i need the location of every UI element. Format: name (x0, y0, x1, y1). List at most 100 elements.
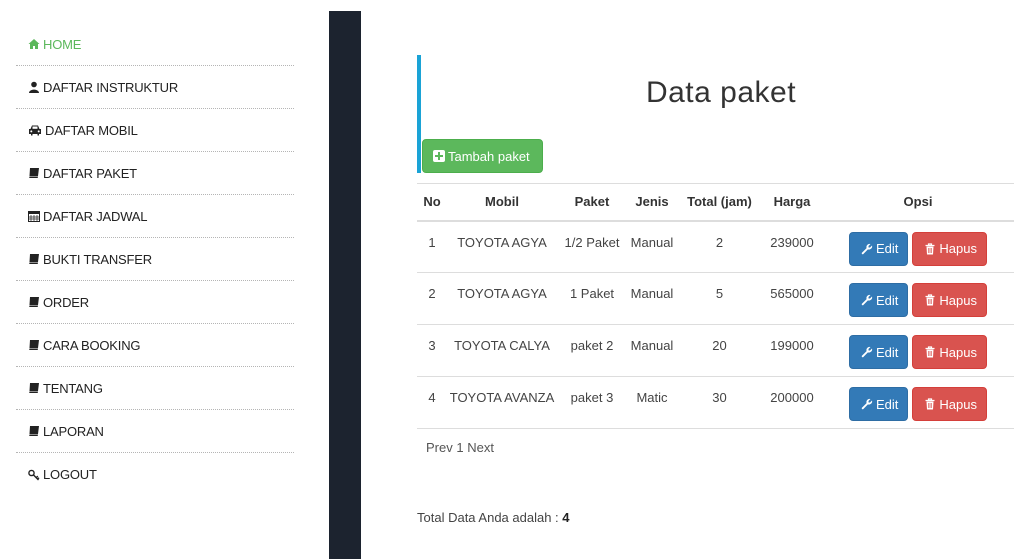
cell-no: 4 (417, 376, 447, 429)
pagination: Prev 1 Next (426, 440, 494, 455)
main-content: Data paket Tambah paket No Mobil Paket J… (361, 0, 1014, 559)
sidebar-item-label: LAPORAN (43, 423, 104, 439)
sidebar-item-label: DAFTAR PAKET (43, 165, 137, 181)
cell-opsi: Edit Hapus (822, 272, 1014, 325)
cell-harga: 199000 (762, 324, 822, 377)
table-row: 3 TOYOTA CALYA paket 2 Manual 20 199000 … (417, 324, 1014, 377)
cell-harga: 239000 (762, 220, 822, 273)
column-header-jenis: Jenis (627, 183, 677, 222)
cell-no: 3 (417, 324, 447, 377)
delete-label: Hapus (939, 241, 977, 256)
cell-total: 20 (677, 324, 762, 377)
sidebar-item-label: ORDER (43, 294, 89, 310)
sidebar-nav: HOME DAFTAR INSTRUKTUR DAFTAR MOBIL DAFT… (0, 0, 330, 559)
user-icon (28, 81, 40, 93)
wrench-icon (861, 398, 873, 410)
delete-label: Hapus (939, 344, 977, 360)
home-icon (28, 38, 40, 50)
sidebar-item-daftar-paket[interactable]: DAFTAR PAKET (16, 152, 294, 195)
edit-label: Edit (876, 241, 899, 256)
table-row: 2 TOYOTA AGYA 1 Paket Manual 5 565000 Ed… (417, 272, 1014, 325)
cell-mobil: TOYOTA AGYA (447, 220, 557, 273)
cell-total: 30 (677, 376, 762, 429)
sidebar-item-home[interactable]: HOME (16, 23, 294, 66)
book-icon (28, 296, 40, 308)
sidebar-item-cara-booking[interactable]: CARA BOOKING (16, 324, 294, 367)
book-icon (28, 425, 40, 437)
edit-button[interactable]: Edit (849, 387, 909, 421)
sidebar-item-daftar-jadwal[interactable]: DAFTAR JADWAL (16, 195, 294, 238)
wrench-icon (861, 346, 873, 358)
wrench-icon (861, 243, 873, 255)
sidebar-item-label: DAFTAR MOBIL (45, 122, 138, 138)
prev-link[interactable]: Prev (426, 440, 453, 455)
book-icon (28, 382, 40, 394)
edit-label: Edit (876, 344, 899, 360)
book-icon (28, 339, 40, 351)
cell-harga: 200000 (762, 376, 822, 429)
sidebar-item-label: HOME (43, 36, 82, 52)
total-value: 4 (562, 510, 570, 525)
sidebar-item-label: DAFTAR INSTRUKTUR (43, 79, 179, 95)
sidebar-item-laporan[interactable]: LAPORAN (16, 410, 294, 453)
trash-icon (924, 346, 936, 358)
cell-opsi: Edit Hapus (822, 220, 1014, 273)
table-row: 1 TOYOTA AGYA 1/2 Paket Manual 2 239000 … (417, 220, 1014, 273)
column-header-paket: Paket (557, 183, 627, 222)
sidebar-item-order[interactable]: ORDER (16, 281, 294, 324)
edit-button[interactable]: Edit (849, 335, 909, 369)
cell-mobil: TOYOTA AGYA (447, 272, 557, 325)
cell-jenis: Manual (627, 324, 677, 377)
cell-total: 5 (677, 272, 762, 325)
delete-button[interactable]: Hapus (912, 335, 987, 369)
sidebar-item-tentang[interactable]: TENTANG (16, 367, 294, 410)
add-package-label: Tambah paket (448, 148, 530, 164)
cell-no: 2 (417, 272, 447, 325)
page-title: Data paket (645, 76, 797, 109)
table-header-row: No Mobil Paket Jenis Total (jam) Harga O… (417, 183, 1014, 222)
sidebar-item-daftar-mobil[interactable]: DAFTAR MOBIL (16, 109, 294, 152)
edit-button[interactable]: Edit (849, 283, 909, 317)
book-icon (28, 167, 40, 179)
delete-label: Hapus (939, 396, 977, 412)
car-icon (28, 124, 42, 136)
total-data-summary: Total Data Anda adalah : 4 (417, 510, 570, 525)
total-label: Total Data Anda adalah : (417, 510, 559, 525)
plus-icon (433, 150, 445, 162)
cell-no: 1 (417, 220, 447, 273)
trash-icon (924, 242, 936, 255)
cell-mobil: TOYOTA CALYA (447, 324, 557, 377)
title-accent-bar (417, 55, 421, 173)
next-link[interactable]: Next (467, 440, 494, 455)
sidebar-item-label: CARA BOOKING (43, 337, 141, 353)
sidebar-item-bukti-transfer[interactable]: BUKTI TRANSFER (16, 238, 294, 281)
package-table: No Mobil Paket Jenis Total (jam) Harga O… (417, 183, 1014, 429)
cell-jenis: Manual (627, 220, 677, 273)
cell-total: 2 (677, 220, 762, 273)
delete-button[interactable]: Hapus (912, 231, 987, 266)
cell-paket: paket 2 (557, 324, 627, 377)
delete-button[interactable]: Hapus (912, 283, 987, 317)
column-header-total: Total (jam) (677, 183, 762, 222)
column-header-no: No (417, 183, 447, 222)
trash-icon (924, 398, 936, 410)
cell-jenis: Matic (627, 376, 677, 429)
column-header-opsi: Opsi (822, 183, 1014, 222)
key-icon (28, 469, 40, 481)
sidebar-divider (329, 11, 361, 559)
sidebar-item-label: TENTANG (43, 380, 103, 396)
sidebar-item-label: BUKTI TRANSFER (43, 251, 152, 267)
cell-paket: 1 Paket (557, 272, 627, 325)
sidebar-item-label: DAFTAR JADWAL (43, 208, 148, 224)
add-package-button[interactable]: Tambah paket (422, 139, 543, 173)
page-number-link[interactable]: 1 (456, 440, 463, 455)
edit-button[interactable]: Edit (849, 231, 909, 266)
cell-paket: paket 3 (557, 376, 627, 429)
book-icon (28, 253, 40, 265)
cell-opsi: Edit Hapus (822, 324, 1014, 377)
sidebar-item-logout[interactable]: LOGOUT (16, 453, 294, 496)
delete-label: Hapus (939, 292, 977, 308)
sidebar-item-daftar-instruktur[interactable]: DAFTAR INSTRUKTUR (16, 66, 294, 109)
delete-button[interactable]: Hapus (912, 387, 987, 421)
table-row: 4 TOYOTA AVANZA paket 3 Matic 30 200000 … (417, 376, 1014, 429)
